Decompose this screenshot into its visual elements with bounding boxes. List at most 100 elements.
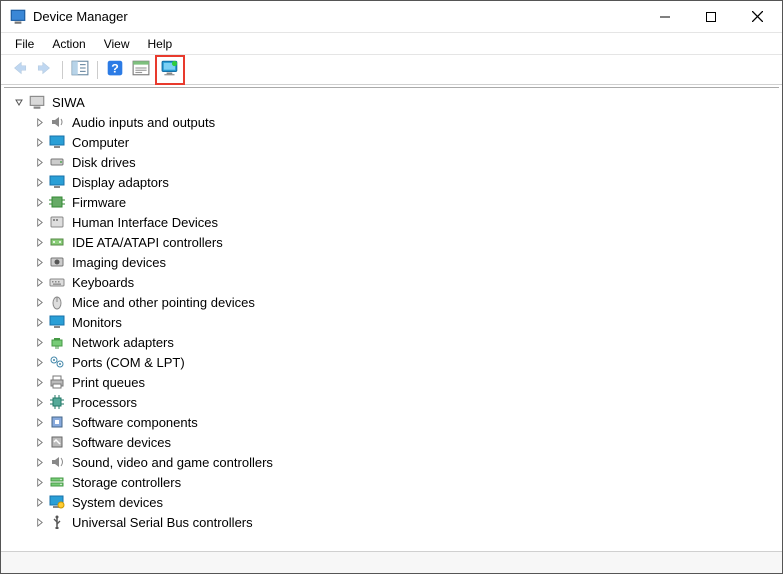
tree-node[interactable]: Processors [6,392,777,412]
tree-node[interactable]: Print queues [6,372,777,392]
expander-closed-icon[interactable] [32,475,46,489]
audio-icon [48,114,66,130]
expander-closed-icon[interactable] [32,175,46,189]
device-manager-window: Device Manager File Action View Help [0,0,783,574]
tree-node-label: Human Interface Devices [70,214,220,231]
computer-root-icon [28,94,46,110]
scan-hardware-highlight [155,55,185,85]
tree-node-label: Processors [70,394,139,411]
expander-closed-icon[interactable] [32,435,46,449]
expander-closed-icon[interactable] [32,275,46,289]
device-tree[interactable]: SIWA Audio inputs and outputs Computer Dis… [4,87,779,549]
keyboard-icon [48,274,66,290]
expander-closed-icon[interactable] [32,135,46,149]
app-icon [9,8,27,26]
expander-closed-icon[interactable] [32,115,46,129]
expander-closed-icon[interactable] [32,235,46,249]
scan-monitor-icon [161,59,179,80]
tree-node[interactable]: Firmware [6,192,777,212]
tree-node[interactable]: Human Interface Devices [6,212,777,232]
expander-closed-icon[interactable] [32,375,46,389]
tree-node[interactable]: Imaging devices [6,252,777,272]
tree-node[interactable]: Sound, video and game controllers [6,452,777,472]
ports-icon [48,354,66,370]
tree-root-label: SIWA [50,94,87,111]
tree-node[interactable]: Storage controllers [6,472,777,492]
disk-icon [48,154,66,170]
usb-icon [48,514,66,530]
expander-closed-icon[interactable] [32,255,46,269]
expander-closed-icon[interactable] [32,415,46,429]
tree-pane-icon [71,59,89,80]
maximize-button[interactable] [688,2,734,32]
sound-icon [48,454,66,470]
tree-node-label: Monitors [70,314,124,331]
help-button[interactable]: ? [103,58,127,82]
tree-node[interactable]: System devices [6,492,777,512]
tree-node[interactable]: Software components [6,412,777,432]
minimize-button[interactable] [642,2,688,32]
expander-closed-icon[interactable] [32,155,46,169]
tree-node[interactable]: Display adaptors [6,172,777,192]
expander-closed-icon[interactable] [32,455,46,469]
scan-hardware-button[interactable] [158,58,182,82]
expander-closed-icon[interactable] [32,315,46,329]
storage-icon [48,474,66,490]
tree-node-label: Software components [70,414,200,431]
menu-file[interactable]: File [7,35,42,53]
menu-view[interactable]: View [96,35,138,53]
properties-icon [132,59,150,80]
menu-help[interactable]: Help [140,35,181,53]
expander-closed-icon[interactable] [32,355,46,369]
hid-icon [48,214,66,230]
tree-node-label: Storage controllers [70,474,183,491]
show-hide-console-tree-button[interactable] [68,58,92,82]
tree-node-label: Universal Serial Bus controllers [70,514,255,531]
monitor-icon [48,314,66,330]
expander-closed-icon[interactable] [32,395,46,409]
printer-icon [48,374,66,390]
tree-root-node[interactable]: SIWA [6,92,777,112]
system-icon [48,494,66,510]
tree-node[interactable]: Keyboards [6,272,777,292]
expander-closed-icon[interactable] [32,495,46,509]
tree-node[interactable]: Disk drives [6,152,777,172]
ide-icon [48,234,66,250]
tree-node-label: Audio inputs and outputs [70,114,217,131]
close-button[interactable] [734,2,780,32]
expander-closed-icon[interactable] [32,515,46,529]
tree-node-label: System devices [70,494,165,511]
tree-node-label: IDE ATA/ATAPI controllers [70,234,225,251]
properties-button[interactable] [129,58,153,82]
window-controls [642,2,780,32]
software-comp-icon [48,414,66,430]
tree-node[interactable]: Network adapters [6,332,777,352]
tree-node[interactable]: Audio inputs and outputs [6,112,777,132]
tree-node[interactable]: Mice and other pointing devices [6,292,777,312]
expander-closed-icon[interactable] [32,215,46,229]
expander-closed-icon[interactable] [32,195,46,209]
expander-open-icon[interactable] [12,95,26,109]
tree-node[interactable]: Ports (COM & LPT) [6,352,777,372]
back-button[interactable] [7,58,31,82]
tree-node[interactable]: Monitors [6,312,777,332]
window-title: Device Manager [33,9,128,24]
menu-action[interactable]: Action [44,35,93,53]
tree-node[interactable]: Software devices [6,432,777,452]
tree-node[interactable]: Computer [6,132,777,152]
forward-button[interactable] [33,58,57,82]
expander-closed-icon[interactable] [32,335,46,349]
mouse-icon [48,294,66,310]
network-icon [48,334,66,350]
tree-node-label: Computer [70,134,131,151]
cpu-icon [48,394,66,410]
expander-closed-icon[interactable] [32,295,46,309]
tree-node-label: Imaging devices [70,254,168,271]
tree-node-label: Mice and other pointing devices [70,294,257,311]
tree-node[interactable]: IDE ATA/ATAPI controllers [6,232,777,252]
tree-node-label: Disk drives [70,154,138,171]
display-icon [48,174,66,190]
tree-node[interactable]: Universal Serial Bus controllers [6,512,777,532]
tree-node-label: Display adaptors [70,174,171,191]
svg-text:?: ? [111,62,119,76]
